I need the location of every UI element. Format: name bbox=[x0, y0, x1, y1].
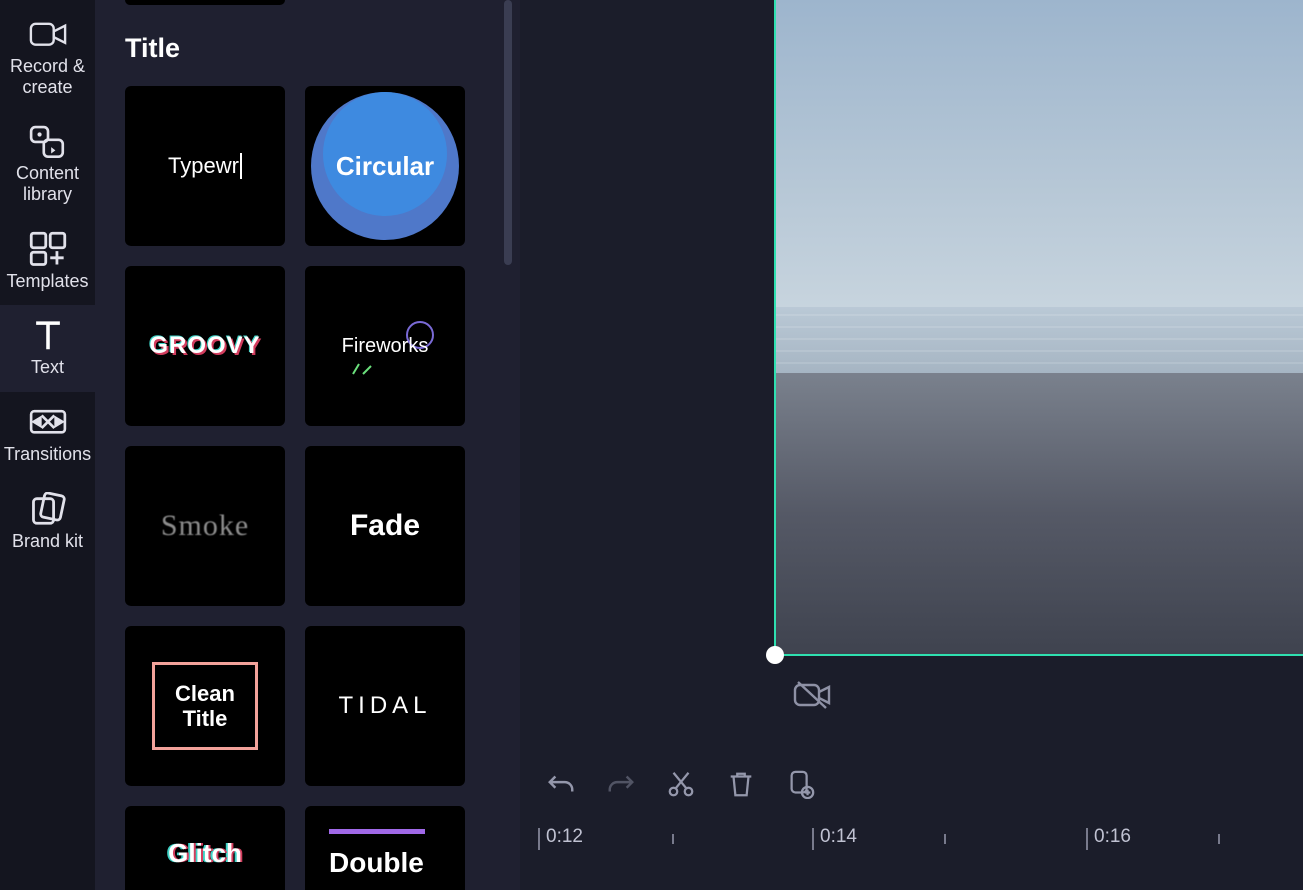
tile-label: Typewr bbox=[168, 153, 239, 179]
tile-label: Smoke bbox=[161, 509, 249, 543]
tile-label: Glitch bbox=[168, 838, 242, 869]
tile-groovy[interactable]: GROOVY bbox=[125, 266, 285, 426]
tile-fade[interactable]: Fade bbox=[305, 446, 465, 606]
redo-button[interactable] bbox=[604, 767, 638, 801]
preview-sky bbox=[776, 0, 1303, 307]
tile-clean-title[interactable]: Clean Title bbox=[125, 626, 285, 786]
text-assets-panel: Title Typewr Circular GROOVY Fireworks S… bbox=[95, 0, 520, 890]
rail-label: Templates bbox=[6, 271, 88, 292]
rail-label: Brand kit bbox=[12, 531, 83, 552]
timeline-ruler[interactable]: 0:12 0:14 0:16 bbox=[520, 812, 1303, 890]
panel-scrollbar[interactable] bbox=[504, 0, 512, 265]
ruler-tick-major: 0:14 bbox=[820, 826, 857, 848]
timeline-toolbar bbox=[520, 756, 1303, 812]
brand-kit-icon bbox=[29, 493, 67, 525]
preview-canvas[interactable] bbox=[774, 0, 1303, 656]
rail-item-record-create[interactable]: Record & create bbox=[0, 4, 95, 111]
tile-label: GROOVY bbox=[149, 332, 260, 360]
transitions-icon bbox=[29, 406, 67, 438]
ruler-tick-major: 0:16 bbox=[1094, 826, 1131, 848]
caret-icon bbox=[240, 153, 242, 179]
left-nav-rail: Record & create Content library Template… bbox=[0, 0, 95, 890]
tile-circular[interactable]: Circular bbox=[305, 86, 465, 246]
selection-handle[interactable] bbox=[766, 646, 784, 664]
tile-tidal[interactable]: TIDAL bbox=[305, 626, 465, 786]
rail-label: Record & create bbox=[10, 56, 85, 97]
undo-button[interactable] bbox=[544, 767, 578, 801]
tile-label: Clean Title bbox=[152, 662, 258, 751]
tile-typewriter[interactable]: Typewr bbox=[125, 86, 285, 246]
rail-item-text[interactable]: Text bbox=[0, 305, 95, 392]
rail-item-transitions[interactable]: Transitions bbox=[0, 392, 95, 479]
tile-label: Double bbox=[329, 848, 424, 879]
tile-double[interactable]: Double bbox=[305, 806, 465, 890]
tile-smoke[interactable]: Smoke bbox=[125, 446, 285, 606]
camera-icon bbox=[29, 18, 67, 50]
spark-icon bbox=[351, 362, 373, 376]
tile-label: TIDAL bbox=[338, 692, 431, 720]
tile-label: Fireworks bbox=[342, 335, 429, 358]
text-icon bbox=[29, 319, 67, 351]
duplicate-button[interactable] bbox=[784, 767, 818, 801]
camera-disabled-button[interactable] bbox=[792, 680, 832, 710]
library-icon bbox=[29, 125, 67, 157]
tile-label: Fade bbox=[350, 509, 420, 543]
preview-sand bbox=[776, 373, 1303, 654]
rail-label: Text bbox=[31, 357, 64, 378]
tile-glitch[interactable]: Glitch bbox=[125, 806, 285, 890]
rail-item-content-library[interactable]: Content library bbox=[0, 111, 95, 218]
accent-bar bbox=[329, 829, 425, 834]
tile-fireworks[interactable]: Fireworks bbox=[305, 266, 465, 426]
tile-label: Circular bbox=[336, 151, 434, 182]
rail-label: Content library bbox=[16, 163, 79, 204]
split-button[interactable] bbox=[664, 767, 698, 801]
previous-row-fragment bbox=[125, 0, 285, 5]
ruler-tick-major: 0:12 bbox=[546, 826, 583, 848]
title-tiles-grid: Typewr Circular GROOVY Fireworks Smoke F… bbox=[125, 86, 490, 890]
preview-area bbox=[520, 0, 1303, 748]
rail-item-brand-kit[interactable]: Brand kit bbox=[0, 479, 95, 566]
section-heading-title: Title bbox=[125, 33, 490, 64]
rail-item-templates[interactable]: Templates bbox=[0, 219, 95, 306]
templates-icon bbox=[29, 233, 67, 265]
delete-button[interactable] bbox=[724, 767, 758, 801]
rail-label: Transitions bbox=[4, 444, 91, 465]
